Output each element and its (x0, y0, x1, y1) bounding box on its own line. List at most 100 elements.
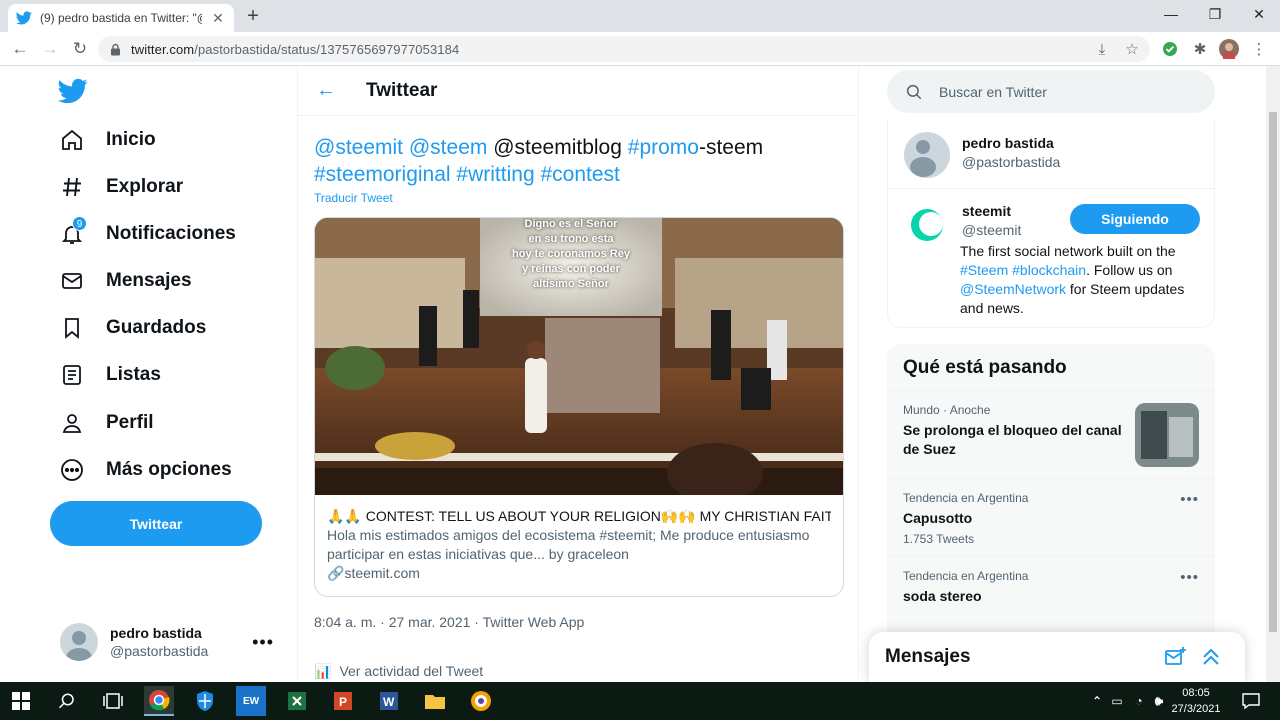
notification-center-icon[interactable] (1236, 686, 1266, 716)
card-description: Hola mis estimados amigos del ecosistema… (327, 527, 810, 562)
trend-context: Tendencia en Argentina (903, 491, 1029, 505)
minimize-button[interactable]: — (1148, 0, 1194, 28)
translate-link[interactable]: Traducir Tweet (314, 191, 393, 205)
powerpoint-icon[interactable]: P (328, 686, 358, 716)
star-icon[interactable]: ☆ (1122, 39, 1142, 59)
windows-taskbar: EW P W ⌃ ▭ ◔ 🕪 08:05 27/3/2021 (0, 682, 1280, 720)
new-message-icon[interactable] (1163, 645, 1187, 669)
trend-item[interactable]: Tendencia en Argentina soda stereo ••• (887, 556, 1215, 616)
account-handle: @pastorbastida (110, 643, 209, 659)
url-text: twitter.com/pastorbastida/status/1375765… (131, 41, 460, 57)
user-handle: @pastorbastida (962, 154, 1061, 170)
task-view-icon[interactable] (98, 686, 128, 716)
twitter-logo-icon[interactable] (58, 76, 88, 106)
card-image: Digno es el Señor en su trono esta hoy t… (315, 218, 843, 495)
hashtag-link[interactable]: #blockchain (1012, 262, 1086, 278)
link-card[interactable]: Digno es el Señor en su trono esta hoy t… (314, 217, 844, 597)
app-ew-icon[interactable]: EW (236, 686, 266, 716)
left-sidebar: Inicio Explorar 9 Notificaciones Mensaje… (0, 66, 298, 682)
sidebar-item-mensajes[interactable]: Mensajes (58, 261, 192, 301)
svg-text:W: W (383, 695, 395, 709)
sidebar-item-guardados[interactable]: Guardados (58, 308, 206, 348)
mention-link[interactable]: @steemit (314, 136, 403, 159)
link-icon: 🔗 (327, 565, 345, 581)
hashtag-icon (58, 173, 86, 201)
hashtag-link[interactable]: #contest (540, 163, 619, 186)
card-link: 🔗steemit.com (327, 565, 420, 581)
lock-icon (111, 43, 120, 55)
sidebar-item-explorar[interactable]: Explorar (58, 167, 183, 207)
trend-name: Capusotto (903, 510, 973, 526)
tab-close-icon[interactable]: ✕ (210, 10, 226, 27)
tab-title: (9) pedro bastida en Twitter: "@s (40, 11, 202, 25)
trends-title: Qué está pasando (903, 357, 1067, 378)
profile-avatar-icon[interactable] (1219, 39, 1239, 59)
slide-text: altísimo Señor (533, 278, 609, 290)
search-icon[interactable] (52, 686, 82, 716)
sidebar-item-label: Mensajes (106, 270, 192, 291)
more-circle-icon (58, 456, 86, 484)
home-icon (58, 126, 86, 154)
chrome-icon[interactable] (144, 686, 174, 716)
hashtag-link[interactable]: #Steem (960, 262, 1008, 278)
mention-link[interactable]: @steem (409, 136, 488, 159)
user-bio: The first social network built on the #S… (960, 243, 1185, 316)
mail-icon (58, 267, 86, 295)
sidebar-item-inicio[interactable]: Inicio (58, 120, 156, 160)
search-icon (906, 84, 922, 99)
trend-item[interactable]: Mundo · Anoche Se prolonga el bloqueo de… (887, 390, 1215, 478)
maximize-button[interactable]: ❐ (1192, 0, 1238, 28)
more-dots-icon[interactable]: ••• (1180, 491, 1199, 508)
trend-name: soda stereo (903, 588, 982, 604)
hashtag-link[interactable]: #promo (628, 136, 699, 159)
user-row[interactable]: pedro bastida @pastorbastida (904, 132, 1060, 178)
tweet-activity-link[interactable]: 📊 Ver actividad del Tweet (314, 663, 483, 680)
new-tab-button[interactable]: + (242, 6, 264, 26)
sidebar-item-label: Listas (106, 364, 161, 385)
hashtag-link[interactable]: #steemoriginal (314, 163, 451, 186)
file-explorer-icon[interactable] (420, 686, 450, 716)
defender-shield-icon[interactable] (190, 686, 220, 716)
account-switcher[interactable]: pedro bastida @pastorbastida ••• (60, 622, 282, 662)
reload-button[interactable]: ↻ (69, 38, 91, 60)
trend-item[interactable]: Tendencia en Argentina Capusotto 1.753 T… (887, 478, 1215, 556)
extension-shield-icon[interactable] (1160, 39, 1180, 59)
system-clock[interactable]: 08:05 27/3/2021 (1168, 685, 1224, 717)
sidebar-item-mas-opciones[interactable]: Más opciones (58, 450, 232, 490)
more-dots-icon[interactable]: ••• (252, 632, 274, 653)
address-bar[interactable]: twitter.com/pastorbastida/status/1375765… (98, 36, 1150, 62)
page-scrollbar[interactable] (1266, 66, 1280, 682)
messages-drawer[interactable]: Mensajes (869, 632, 1245, 682)
chevron-up-icon[interactable] (1199, 645, 1223, 669)
more-dots-icon[interactable]: ••• (1180, 569, 1199, 586)
close-window-button[interactable]: ✕ (1236, 0, 1280, 28)
sidebar-item-perfil[interactable]: Perfil (58, 403, 154, 443)
page-title: Twittear (366, 79, 438, 101)
scrollbar-thumb[interactable] (1269, 112, 1277, 632)
trend-name: Se prolonga el bloqueo del canal de Suez (903, 422, 1122, 457)
following-button[interactable]: Siguiendo (1070, 204, 1200, 234)
mention-link[interactable]: @SteemNetwork (960, 281, 1066, 297)
avatar (904, 132, 950, 178)
excel-icon[interactable] (282, 686, 312, 716)
menu-dots-icon[interactable]: ⋮ (1249, 39, 1269, 59)
person-icon (58, 409, 86, 437)
search-input[interactable]: Buscar en Twitter (887, 70, 1215, 113)
tweet-button[interactable]: Twittear (50, 501, 262, 546)
back-arrow-icon[interactable]: ← (316, 79, 340, 102)
install-icon[interactable]: ⤓ (1092, 39, 1112, 59)
word-icon[interactable]: W (374, 686, 404, 716)
sidebar-item-label: Perfil (106, 412, 154, 433)
sidebar-item-listas[interactable]: Listas (58, 355, 161, 395)
bookmark-icon (58, 314, 86, 342)
windows-start-icon[interactable] (6, 686, 36, 716)
browser-tab[interactable]: (9) pedro bastida en Twitter: "@s ✕ (8, 4, 234, 32)
back-button[interactable]: ← (9, 38, 31, 60)
user-name: steemit (962, 203, 1012, 219)
sidebar-item-notificaciones[interactable]: 9 Notificaciones (58, 214, 236, 254)
hashtag-link[interactable]: #writting (456, 163, 534, 186)
extensions-puzzle-icon[interactable]: ✱ (1190, 39, 1210, 59)
forward-button[interactable]: → (39, 38, 61, 60)
app-circle-icon[interactable] (466, 686, 496, 716)
slide-text: y reinas con poder (522, 263, 620, 275)
